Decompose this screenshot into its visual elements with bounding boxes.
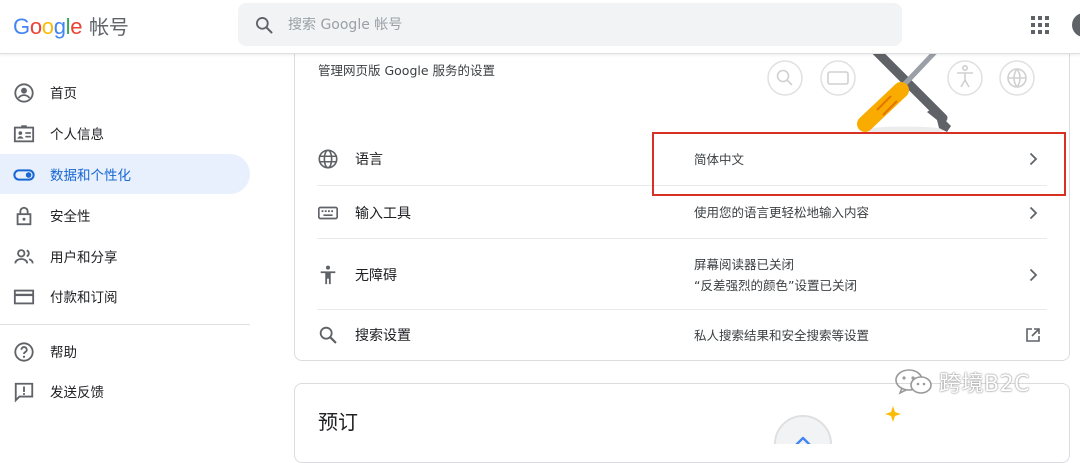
help-icon	[14, 342, 34, 362]
accessibility-icon	[320, 265, 336, 284]
logo-letter: G	[13, 14, 30, 39]
sidebar-item-label: 安全性	[50, 209, 91, 225]
sidebar-divider	[0, 324, 250, 325]
logo-letter: g	[53, 14, 66, 39]
account-label: 帐号	[89, 15, 129, 39]
sidebar-item-label: 用户和分享	[50, 250, 118, 266]
toggle-icon	[13, 169, 35, 181]
row-value: 简体中文	[694, 151, 745, 167]
wechat-watermark: 跨境B2C	[893, 366, 1030, 398]
sidebar-item-label: 帮助	[50, 345, 77, 361]
sidebar-item-label: 付款和订阅	[50, 290, 118, 306]
sidebar-item-data-personalization[interactable]: 数据和个性化	[0, 154, 250, 194]
tools-illustration	[767, 50, 1035, 134]
search-icon	[255, 16, 273, 33]
card-description: 管理网页版 Google 服务的设置	[318, 63, 496, 78]
credit-card-icon	[13, 289, 35, 305]
sidebar-item-feedback[interactable]: 发送反馈	[0, 371, 250, 411]
row-value: 私人搜索结果和安全搜索等设置	[694, 327, 870, 343]
input-tools-row[interactable]: 输入工具 使用您的语言更轻松地输入内容	[317, 186, 1047, 239]
search-settings-row[interactable]: 搜索设置 私人搜索结果和安全搜索等设置	[317, 310, 1047, 360]
accessibility-row[interactable]: 无障碍 屏幕阅读器已关闭 “反差强烈的颜色”设置已关闭	[317, 239, 1047, 310]
apps-grid-icon[interactable]	[1031, 16, 1049, 34]
people-icon	[14, 249, 34, 264]
row-label: 搜索设置	[355, 328, 411, 344]
chevron-right-icon	[1029, 268, 1038, 281]
sidebar-item-help[interactable]: 帮助	[0, 331, 250, 371]
watermark-text: 跨境B2C	[939, 372, 1030, 397]
search-icon	[319, 326, 337, 344]
chevron-right-icon	[1029, 206, 1038, 219]
feedback-icon	[14, 382, 34, 403]
logo-letter: o	[41, 14, 54, 39]
sidebar-item-label: 个人信息	[50, 127, 104, 143]
globe-icon	[318, 149, 338, 169]
sidebar-item-people-sharing[interactable]: 用户和分享	[0, 236, 250, 276]
chevron-right-icon	[1029, 152, 1038, 166]
web-preferences-card: 管理网页版 Google 服务的设置 语言 简体中文 输入工具 使用您的语言更轻…	[294, 30, 1070, 361]
row-label: 语言	[355, 152, 383, 168]
card-title: 预订	[318, 410, 358, 434]
google-account-logo[interactable]: Google 帐号	[13, 11, 129, 40]
sidebar-item-home[interactable]: 首页	[0, 72, 250, 112]
keyboard-icon	[318, 206, 338, 219]
logo-letter: e	[70, 14, 83, 39]
account-circle-icon	[14, 83, 34, 103]
row-value: 屏幕阅读器已关闭 “反差强烈的颜色”设置已关闭	[694, 254, 857, 296]
row-value-line: “反差强烈的颜色”设置已关闭	[694, 277, 857, 293]
sidebar-item-label: 数据和个性化	[50, 168, 131, 184]
search-bar[interactable]	[238, 3, 902, 46]
sidebar-item-security[interactable]: 安全性	[0, 195, 250, 235]
language-row[interactable]: 语言 简体中文	[317, 132, 1047, 186]
reservations-illustration	[774, 406, 901, 444]
avatar[interactable]	[1072, 13, 1080, 37]
sidebar-item-personal-info[interactable]: 个人信息	[0, 113, 250, 153]
sidebar-nav: 首页 个人信息 数据和个性化 安全性 用户和分享 付款和订阅 帮助 发送反馈	[0, 54, 260, 432]
sidebar-item-payments[interactable]: 付款和订阅	[0, 276, 250, 316]
search-input[interactable]	[288, 16, 848, 33]
open-external-icon	[1026, 328, 1040, 342]
logo-letter: o	[29, 14, 42, 39]
lock-icon	[16, 206, 32, 226]
top-app-bar: Google 帐号	[0, 0, 1080, 54]
sidebar-item-label: 首页	[50, 86, 77, 102]
id-card-icon	[13, 125, 35, 143]
row-label: 输入工具	[355, 205, 411, 222]
row-value-line: 屏幕阅读器已关闭	[694, 256, 795, 272]
row-value: 使用您的语言更轻松地输入内容	[694, 205, 870, 220]
wechat-icon	[895, 369, 932, 395]
sidebar-item-label: 发送反馈	[50, 385, 104, 401]
row-label: 无障碍	[355, 267, 397, 284]
